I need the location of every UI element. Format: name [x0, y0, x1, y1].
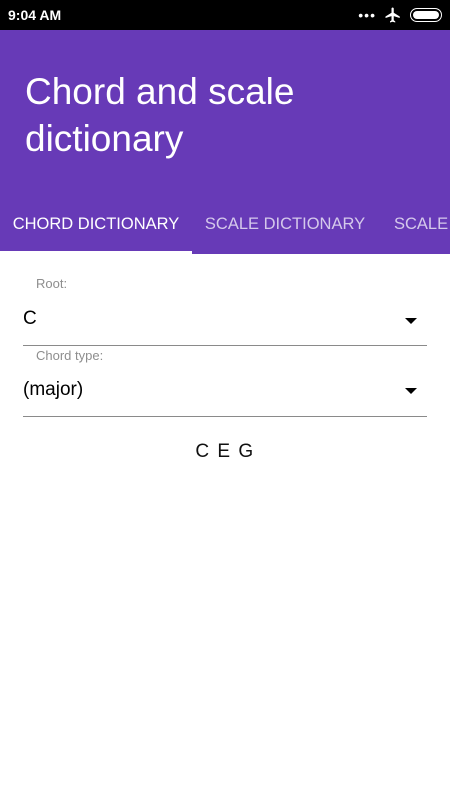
- status-time: 9:04 AM: [8, 7, 62, 23]
- battery-fill: [413, 11, 439, 19]
- app-bar: Chord and scale dictionary CHORD DICTION…: [0, 30, 450, 254]
- chord-notes-result: C E G: [195, 441, 255, 462]
- more-dots-icon: •••: [358, 7, 376, 23]
- tab-scale-dictionary[interactable]: SCALE DICTIONARY: [192, 194, 378, 254]
- status-bar: 9:04 AM •••: [0, 0, 450, 30]
- root-label: Root:: [36, 276, 68, 291]
- battery-icon: [410, 8, 442, 22]
- dropdown-arrow-icon: [405, 388, 417, 394]
- dropdown-arrow-icon: [405, 318, 417, 324]
- tab-scale[interactable]: SCALE: [378, 194, 450, 254]
- tab-bar: CHORD DICTIONARY SCALE DICTIONARY SCALE: [0, 194, 450, 254]
- status-icons: •••: [358, 6, 442, 24]
- app-title: Chord and scale dictionary: [25, 71, 295, 159]
- root-value: C: [23, 308, 37, 329]
- chord-type-value: (major): [23, 379, 84, 400]
- tab-chord-dictionary[interactable]: CHORD DICTIONARY: [0, 194, 192, 254]
- chord-type-dropdown[interactable]: Chord type: (major): [23, 346, 427, 417]
- airplane-icon: [385, 7, 400, 23]
- chord-type-label: Chord type:: [36, 348, 104, 363]
- root-dropdown[interactable]: Root: C: [23, 276, 427, 346]
